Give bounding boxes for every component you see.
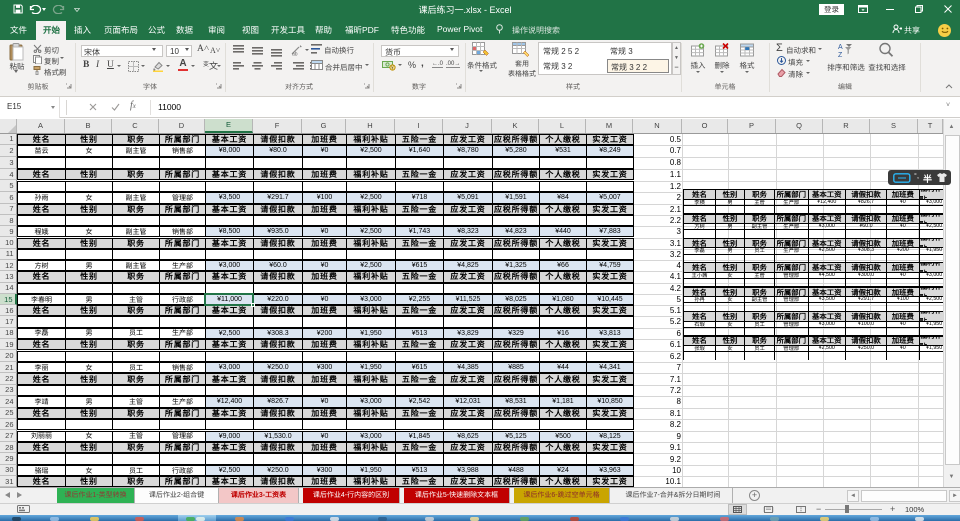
svg-text:ab: ab bbox=[292, 52, 298, 57]
svg-text:¥: ¥ bbox=[391, 66, 394, 71]
svg-text:Z: Z bbox=[838, 52, 843, 58]
svg-text:A: A bbox=[838, 44, 843, 51]
